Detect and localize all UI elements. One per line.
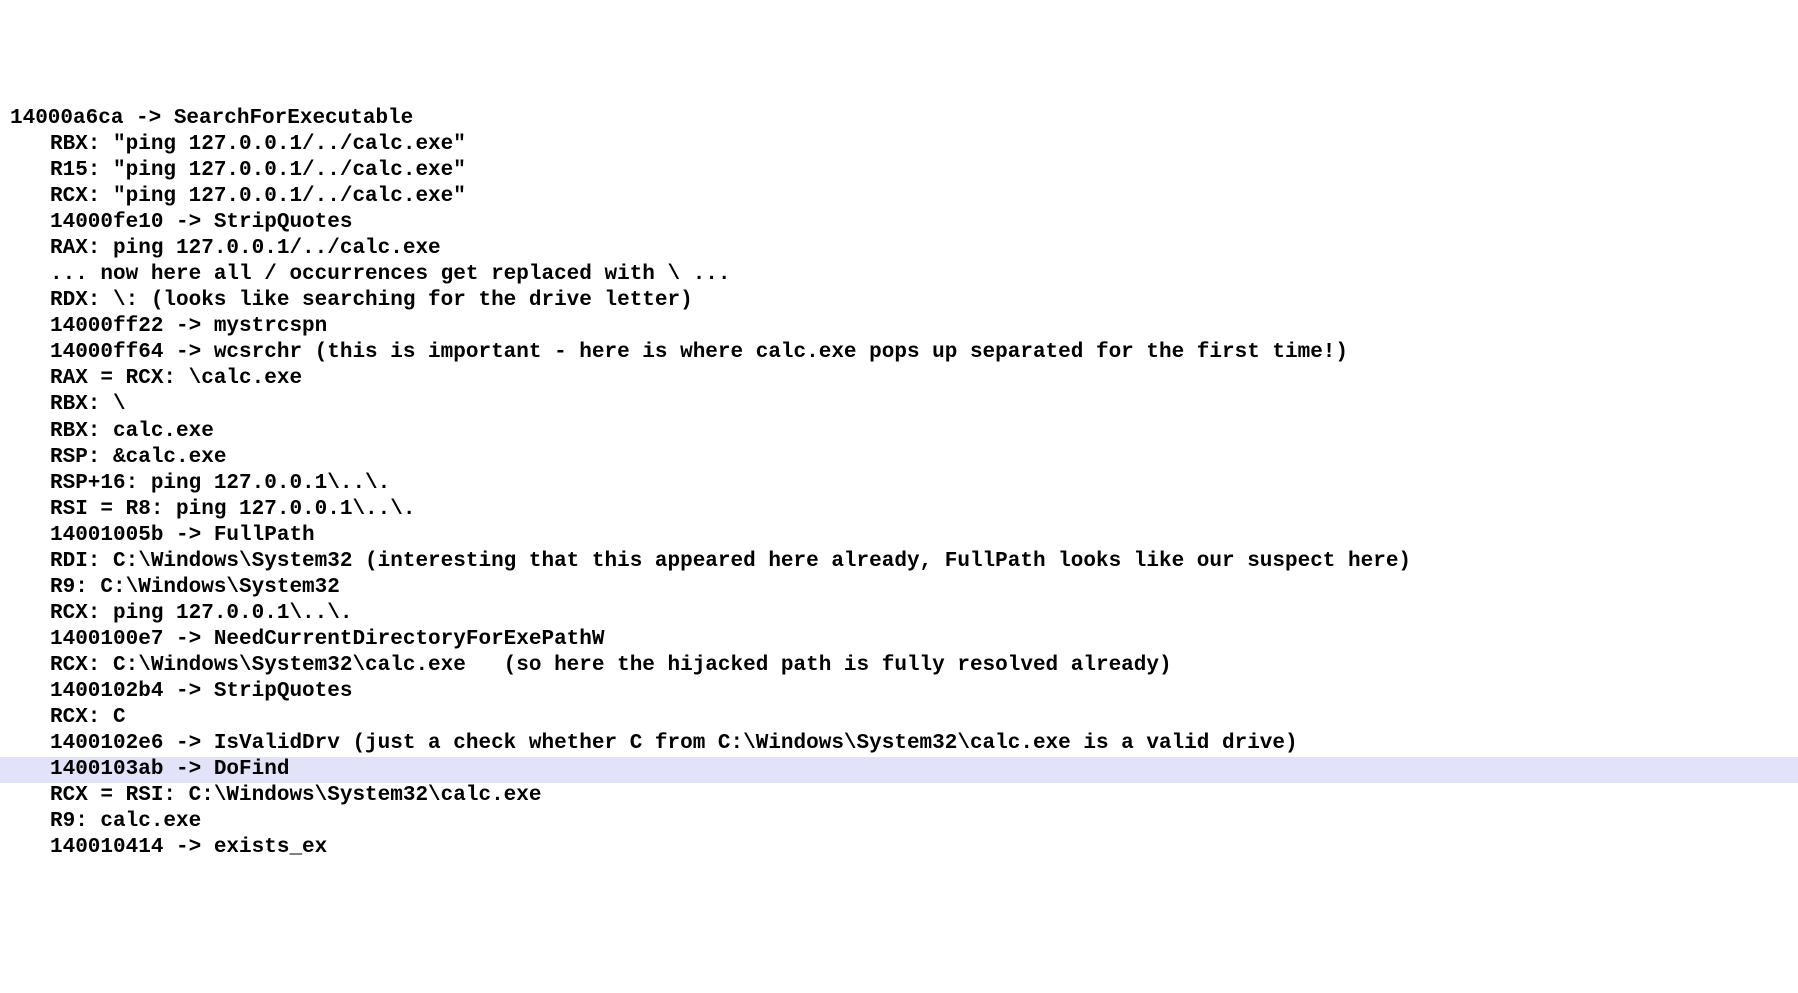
- code-line: RSP+16: ping 127.0.0.1\..\.: [0, 471, 1798, 497]
- code-line: R9: calc.exe: [0, 809, 1798, 835]
- code-line: RBX: calc.exe: [0, 419, 1798, 445]
- code-line: RBX: "ping 127.0.0.1/../calc.exe": [0, 132, 1798, 158]
- code-line: 14001005b -> FullPath: [0, 523, 1798, 549]
- code-line: 14000fe10 -> StripQuotes: [0, 210, 1798, 236]
- code-line: 1400102b4 -> StripQuotes: [0, 679, 1798, 705]
- code-line: 1400103ab -> DoFind: [0, 757, 1798, 783]
- code-line: 1400100e7 -> NeedCurrentDirectoryForExeP…: [0, 627, 1798, 653]
- code-listing: 14000a6ca -> SearchForExecutableRBX: "pi…: [0, 106, 1798, 861]
- code-line: 14000a6ca -> SearchForExecutable: [0, 106, 1798, 132]
- code-line: ... now here all / occurrences get repla…: [0, 262, 1798, 288]
- code-line: RSI = R8: ping 127.0.0.1\..\.: [0, 497, 1798, 523]
- code-line: R9: C:\Windows\System32: [0, 575, 1798, 601]
- code-line: RBX: \: [0, 392, 1798, 418]
- code-line: RCX: C: [0, 705, 1798, 731]
- code-line: RDX: \: (looks like searching for the dr…: [0, 288, 1798, 314]
- code-line: 1400102e6 -> IsValidDrv (just a check wh…: [0, 731, 1798, 757]
- code-line: RAX: ping 127.0.0.1/../calc.exe: [0, 236, 1798, 262]
- code-line: RSP: &calc.exe: [0, 445, 1798, 471]
- code-line: 140010414 -> exists_ex: [0, 835, 1798, 861]
- code-line: RCX: C:\Windows\System32\calc.exe (so he…: [0, 653, 1798, 679]
- code-line: R15: "ping 127.0.0.1/../calc.exe": [0, 158, 1798, 184]
- code-line: RDI: C:\Windows\System32 (interesting th…: [0, 549, 1798, 575]
- code-line: RCX: ping 127.0.0.1\..\.: [0, 601, 1798, 627]
- code-line: RCX = RSI: C:\Windows\System32\calc.exe: [0, 783, 1798, 809]
- code-line: 14000ff22 -> mystrcspn: [0, 314, 1798, 340]
- code-line: RCX: "ping 127.0.0.1/../calc.exe": [0, 184, 1798, 210]
- code-line: 14000ff64 -> wcsrchr (this is important …: [0, 340, 1798, 366]
- code-line: RAX = RCX: \calc.exe: [0, 366, 1798, 392]
